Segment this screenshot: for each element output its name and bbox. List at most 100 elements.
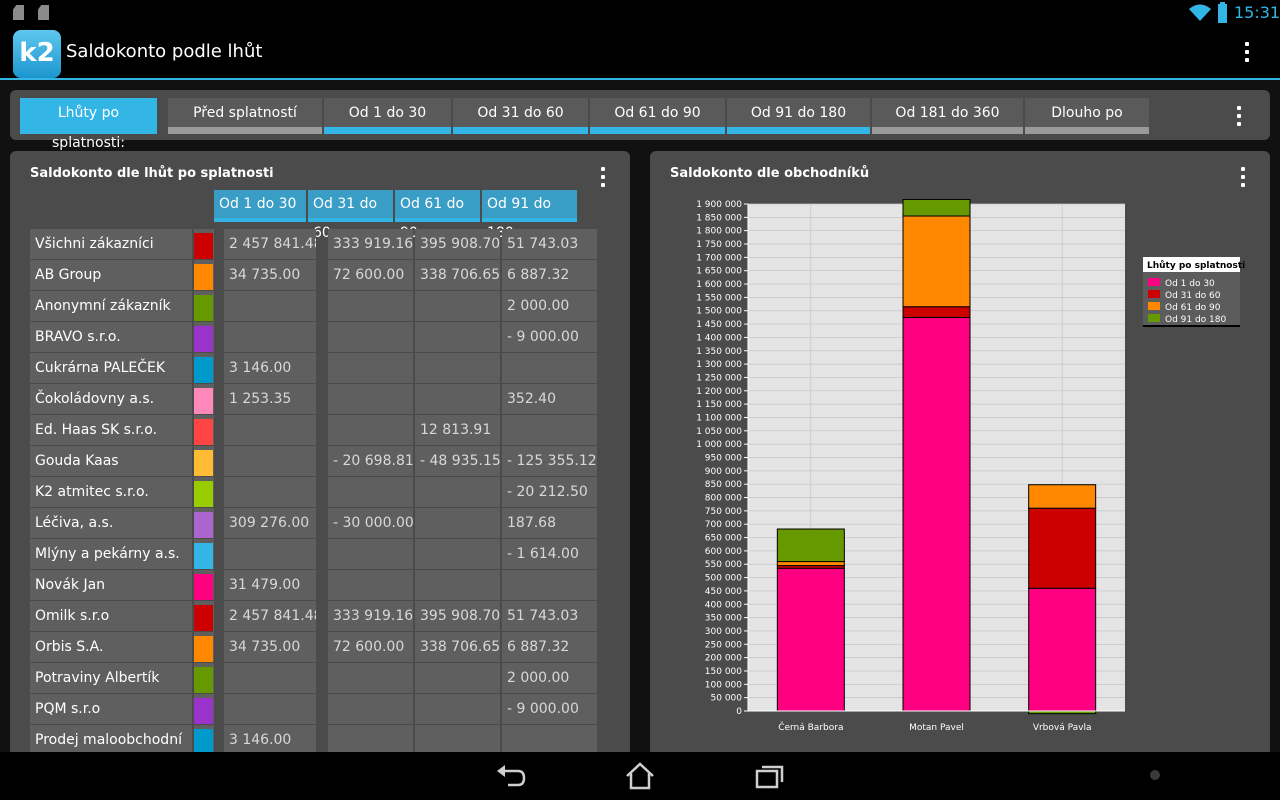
bar-segment <box>902 316 971 712</box>
y-tick-label: 1 850 000 <box>696 213 742 223</box>
y-tick-label: 1 900 000 <box>696 200 742 210</box>
y-tick-label: 1 000 000 <box>696 440 742 450</box>
value-cell <box>328 570 413 600</box>
table-row[interactable]: Ed. Haas SK s.r.o. 12 813.91 <box>30 415 597 445</box>
table-row[interactable]: Všichni zákazníci 2 457 841.48 333 919.16 3… <box>30 229 597 259</box>
legend-swatch <box>1148 314 1160 322</box>
column-header[interactable]: Od 31 do 60 <box>308 190 393 241</box>
color-swatch <box>194 667 213 693</box>
column-header[interactable]: Od 1 do 30 <box>214 190 306 222</box>
table-row[interactable]: Prodej maloobchodní 3 146.00 <box>30 725 597 752</box>
table-row[interactable]: AB Group 34 735.00 72 600.00 338 706.65 6 88… <box>30 260 597 290</box>
y-tick-label: 550 000 <box>705 560 742 570</box>
stacked-bar-chart: 0 50 000 100 000 150 000 200 000 250 000 300 0… <box>696 198 1245 733</box>
filter-tab-od-31-do-60[interactable]: Od 31 do 60 <box>453 98 588 134</box>
overflow-menu-icon[interactable] <box>1244 42 1250 66</box>
color-swatch <box>194 357 213 383</box>
filter-tab-pred-splatnosti[interactable]: Před splatností <box>168 98 322 134</box>
color-swatch <box>194 605 213 631</box>
color-swatch <box>194 543 213 569</box>
value-cell: 2 000.00 <box>502 663 597 693</box>
customer-name-cell: BRAVO s.r.o. <box>30 322 192 352</box>
color-cell <box>194 353 214 383</box>
value-cell <box>502 570 597 600</box>
y-tick-label: 900 000 <box>705 467 742 477</box>
value-cell: 51 743.03 <box>502 229 597 259</box>
filter-tab-od-91-do-180[interactable]: Od 91 do 180 <box>727 98 870 134</box>
bar-segment <box>776 567 845 712</box>
color-swatch <box>194 698 213 724</box>
bar-segment <box>902 306 971 318</box>
table-row[interactable]: Anonymní zákazník 2 000.00 <box>30 291 597 321</box>
chart-panel: Saldokonto dle obchodníků 0 50 000 100 000… <box>650 151 1270 752</box>
table-row[interactable]: Cukrárna PALEČEK 3 146.00 <box>30 353 597 383</box>
recent-apps-icon[interactable] <box>751 761 785 791</box>
value-cell <box>328 384 413 414</box>
app-logo-text: k2 <box>19 38 55 68</box>
y-tick-label: 100 000 <box>705 680 742 690</box>
value-cell: - 30 000.00 <box>328 508 413 538</box>
wifi-icon <box>1189 4 1211 21</box>
color-cell <box>194 632 214 662</box>
filter-tab-dlouho-po[interactable]: Dlouho po <box>1025 98 1149 134</box>
action-bar: k2 Saldokonto podle lhůt <box>0 25 1280 80</box>
value-cell <box>224 477 316 507</box>
color-cell <box>194 508 214 538</box>
back-icon[interactable] <box>494 761 528 791</box>
customer-name-cell: Gouda Kaas <box>30 446 192 476</box>
legend-label: Od 61 do 90 <box>1165 303 1221 313</box>
filter-tab-od-1-do-30[interactable]: Od 1 do 30 <box>324 98 451 134</box>
bar-segment <box>776 561 845 567</box>
filter-tab-od-181-do-360[interactable]: Od 181 do 360 <box>872 98 1023 134</box>
value-cell: 352.40 <box>502 384 597 414</box>
customer-name-cell: Omilk s.r.o <box>30 601 192 631</box>
table-row[interactable]: Potraviny Albertík 2 000.00 <box>30 663 597 693</box>
table-row[interactable]: Léčiva, a.s. 309 276.00 - 30 000.00 187.68 <box>30 508 597 538</box>
legend-title: Lhůty po splatnosti <box>1147 260 1245 271</box>
filter-tab-od-61-do-90[interactable]: Od 61 do 90 <box>590 98 725 134</box>
value-cell: 12 813.91 <box>415 415 500 445</box>
value-cell: 333 919.16 <box>328 601 413 631</box>
value-cell: 309 276.00 <box>224 508 316 538</box>
menu-dot-icon[interactable] <box>1150 770 1160 780</box>
y-tick-label: 950 000 <box>705 454 742 464</box>
y-tick-label: 450 000 <box>705 587 742 597</box>
value-cell: - 20 698.81 <box>328 446 413 476</box>
table-row[interactable]: Omilk s.r.o 2 457 841.48 333 919.16 395 908… <box>30 601 597 631</box>
sd-card-icon <box>13 5 24 20</box>
color-cell <box>194 570 214 600</box>
legend-label: Od 1 do 30 <box>1165 279 1215 289</box>
y-tick-label: 50 000 <box>711 694 743 704</box>
column-header[interactable]: Od 61 do 90 <box>395 190 480 241</box>
bar-segment <box>776 528 845 563</box>
customer-name-cell: Novák Jan <box>30 570 192 600</box>
column-header[interactable]: Od 91 do 180 <box>482 190 577 241</box>
table-row[interactable]: Novák Jan 31 479.00 <box>30 570 597 600</box>
value-cell: 51 743.03 <box>502 601 597 631</box>
legend-label: Od 31 do 60 <box>1165 291 1221 301</box>
page-title: Saldokonto podle lhůt <box>66 41 263 62</box>
color-swatch <box>194 481 213 507</box>
value-cell: - 125 355.12 <box>502 446 597 476</box>
filter-overflow-menu-icon[interactable] <box>1236 106 1242 130</box>
table-row[interactable]: BRAVO s.r.o. - 9 000.00 <box>30 322 597 352</box>
x-tick-label: Černá Barbora <box>778 721 843 733</box>
customer-name-cell: Cukrárna PALEČEK <box>30 353 192 383</box>
value-cell <box>415 570 500 600</box>
table-row[interactable]: K2 atmitec s.r.o. - 20 212.50 <box>30 477 597 507</box>
table-row[interactable]: Mlýny a pekárny a.s. - 1 614.00 <box>30 539 597 569</box>
legend-swatch <box>1148 302 1160 310</box>
home-icon[interactable] <box>623 761 657 791</box>
table-row[interactable]: Čokoládovny a.s. 1 253.35 352.40 <box>30 384 597 414</box>
y-tick-label: 1 450 000 <box>696 320 742 330</box>
color-swatch <box>194 574 213 600</box>
color-cell <box>194 725 214 752</box>
table-row[interactable]: Orbis S.A. 34 735.00 72 600.00 338 706.65 6 … <box>30 632 597 662</box>
y-tick-label: 1 550 000 <box>696 293 742 303</box>
y-tick-label: 1 300 000 <box>696 360 742 370</box>
table-row[interactable]: Gouda Kaas - 20 698.81- 48 935.15- 125 35… <box>30 446 597 476</box>
value-cell <box>328 353 413 383</box>
app-logo[interactable]: k2 <box>13 30 61 78</box>
table-overflow-menu-icon[interactable] <box>600 167 606 191</box>
table-row[interactable]: PQM s.r.o - 9 000.00 <box>30 694 597 724</box>
